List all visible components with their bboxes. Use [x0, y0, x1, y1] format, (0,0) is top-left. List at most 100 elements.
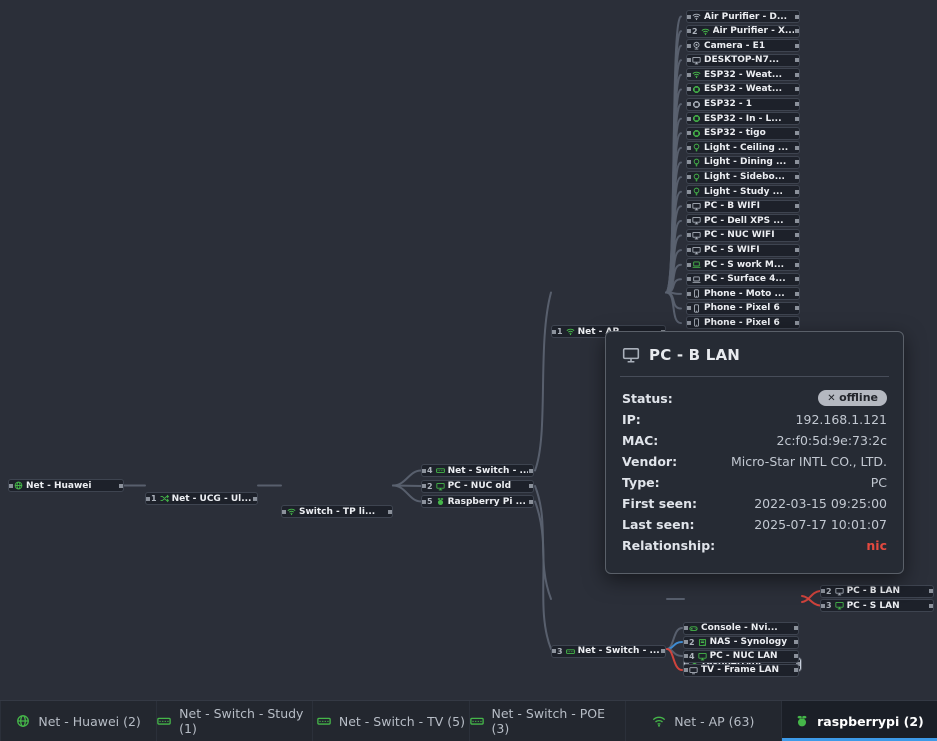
detail-label: Last seen:	[622, 517, 694, 532]
device-icon	[692, 289, 701, 298]
node[interactable]: PC - NUC WIFI	[686, 229, 800, 242]
device-icon	[692, 216, 701, 225]
detail-row: Status: offline	[622, 388, 887, 408]
node-label: Light - Study ...	[704, 187, 783, 197]
device-icon	[692, 187, 701, 196]
node-net-ucg[interactable]: 1 Net - UCG - Ul...	[145, 492, 258, 505]
node-group-tab[interactable]: Net - Switch - Study (1)	[156, 701, 312, 741]
tab-icon	[317, 714, 331, 728]
device-icon	[692, 12, 701, 21]
node[interactable]: PC - S WIFI	[686, 244, 800, 257]
device-icon	[692, 202, 701, 211]
node[interactable]: 5 Raspberry Pi ...	[421, 495, 534, 508]
node[interactable]: 4 Net - Switch - ...	[421, 464, 534, 477]
node[interactable]: Light - Ceiling ...	[686, 141, 800, 154]
node-label: Net - Switch - ...	[578, 646, 660, 656]
node[interactable]: 2 NAS - Synology	[683, 636, 799, 649]
detail-row: First seen: 2022-03-15 09:25:00	[622, 493, 887, 513]
node[interactable]: 2 PC - B LAN	[820, 585, 934, 598]
device-icon	[436, 466, 445, 475]
device-icon	[692, 318, 701, 327]
node[interactable]: Light - Dining ...	[686, 156, 800, 169]
node[interactable]: 4 PC - NUC LAN	[683, 650, 799, 663]
device-icon	[692, 304, 701, 313]
tab-icon	[157, 714, 171, 728]
router-icon	[160, 494, 169, 503]
device-icon	[689, 624, 698, 633]
node-group-tab[interactable]: Net - Switch - POE (3)	[469, 701, 625, 741]
device-icon	[692, 173, 701, 182]
port-badge: 1	[557, 327, 563, 336]
node[interactable]: ESP32 - tigo	[686, 127, 800, 140]
node[interactable]: Phone - Moto ...	[686, 287, 800, 300]
node-switch-tp[interactable]: Switch - TP li...	[281, 505, 393, 518]
node[interactable]: Camera - E1	[686, 39, 800, 52]
device-icon	[835, 587, 844, 596]
node-group-tab[interactable]: Net - Huawei (2)	[0, 701, 156, 741]
node[interactable]: Phone - Pixel 6	[686, 302, 800, 315]
device-icon	[698, 652, 707, 661]
detail-label: Status:	[622, 391, 673, 406]
node[interactable]: ESP32 - Weat...	[686, 68, 800, 81]
tv-cluster: Console - Nvi... 2 NAS - Synology 4 PC -…	[683, 622, 799, 677]
node[interactable]: ESP32 - In - L...	[686, 112, 800, 125]
device-icon	[692, 85, 701, 94]
node-net-huawei[interactable]: Net - Huawei	[8, 479, 124, 492]
switch-cluster: 4 Net - Switch - ... 2 PC - NUC old 5 Ra…	[421, 464, 534, 508]
detail-value: 2c:f0:5d:9e:73:2c	[777, 433, 888, 448]
node[interactable]: 2 PC - NUC old	[421, 480, 534, 493]
node-label: Phone - Pixel 6	[704, 303, 780, 313]
detail-row: MAC: 2c:f0:5d:9e:73:2c	[622, 430, 887, 450]
node[interactable]: ESP32 - Weat...	[686, 83, 800, 96]
network-topology-canvas[interactable]: Net - Huawei 1 Net - UCG - Ul... Switch …	[0, 0, 937, 741]
node-group-tab[interactable]: raspberrypi (2)	[781, 701, 937, 741]
node[interactable]: 2 Air Purifier - X...	[686, 25, 800, 38]
node-group-tab[interactable]: Net - Switch - TV (5)	[312, 701, 468, 741]
node-net-switch-rpi[interactable]: 3 Net - Switch - ...	[551, 645, 666, 658]
device-icon	[692, 231, 701, 240]
device-icon	[698, 638, 707, 647]
node-label: Light - Dining ...	[704, 157, 786, 167]
node[interactable]: TV - Frame LAN	[683, 664, 799, 677]
tab-label: raspberrypi (2)	[817, 714, 924, 729]
node-label: PC - B LAN	[847, 586, 900, 596]
node-label: PC - S work M...	[704, 260, 784, 270]
node-label: Net - Huawei	[26, 481, 91, 491]
detail-value: 192.168.1.121	[796, 412, 887, 427]
node[interactable]: Light - Study ...	[686, 185, 800, 198]
node-label: DESKTOP-N7...	[704, 55, 779, 65]
node-label: Net - UCG - Ul...	[172, 494, 252, 504]
node[interactable]: 3 PC - S LAN	[820, 599, 934, 612]
tab-icon	[652, 714, 666, 728]
node[interactable]: PC - Dell XPS ...	[686, 214, 800, 227]
globe-icon	[14, 481, 23, 490]
node-label: TV - Frame LAN	[701, 665, 779, 675]
tab-icon	[795, 714, 809, 728]
device-icon	[689, 666, 698, 675]
node[interactable]: ESP32 - 1	[686, 98, 800, 111]
node[interactable]: PC - B WIFI	[686, 200, 800, 213]
port-badge: 2	[427, 482, 433, 491]
node-label: PC - NUC old	[448, 481, 512, 491]
detail-value: 2022-03-15 09:25:00	[754, 496, 887, 511]
device-icon	[692, 158, 701, 167]
port-badge: 2	[692, 27, 698, 36]
node[interactable]: PC - Surface 4...	[686, 273, 800, 286]
popup-title: PC - B LAN	[649, 346, 740, 364]
wifi-icon	[566, 327, 575, 336]
node[interactable]: Console - Nvi...	[683, 622, 799, 635]
node-label: Air Purifier - D...	[704, 12, 787, 22]
node-group-tabbar: Net - Huawei (2) Net - Switch - Study (1…	[0, 700, 937, 741]
node-label: ESP32 - tigo	[704, 128, 766, 138]
node[interactable]: Air Purifier - D...	[686, 10, 800, 23]
node-label: PC - S LAN	[847, 601, 900, 611]
node[interactable]: PC - S work M...	[686, 258, 800, 271]
node-label: PC - Dell XPS ...	[704, 216, 784, 226]
node-group-tab[interactable]: Net - AP (63)	[625, 701, 781, 741]
node[interactable]: DESKTOP-N7...	[686, 54, 800, 67]
node[interactable]: Phone - Pixel 6	[686, 316, 800, 329]
divider	[620, 376, 889, 377]
node[interactable]: Light - Sidebo...	[686, 171, 800, 184]
detail-row: Last seen: 2025-07-17 10:01:07	[622, 514, 887, 534]
detail-value: offline	[818, 390, 887, 406]
